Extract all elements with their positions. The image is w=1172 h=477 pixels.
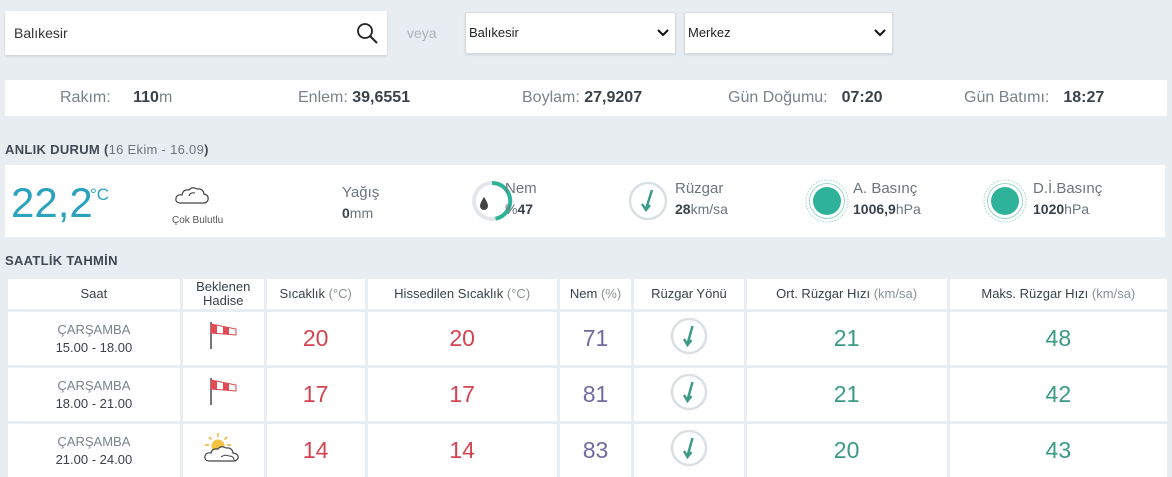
chevron-down-icon bbox=[874, 29, 886, 37]
windsock-icon bbox=[210, 378, 237, 405]
cell-temperature: 14 bbox=[266, 424, 365, 477]
cell-avg-wind: 21 bbox=[746, 368, 947, 421]
col-header-feels-like: Hissedilen Sıcaklık (°C) bbox=[367, 279, 557, 309]
cell-max-wind: 42 bbox=[949, 368, 1167, 421]
cell-temperature: 17 bbox=[266, 368, 365, 421]
longitude: Boylam: 27,9207 bbox=[522, 89, 643, 106]
cell-feels-like: 20 bbox=[367, 312, 557, 365]
cell-wind-direction bbox=[634, 312, 744, 365]
col-header-humidity: Nem (%) bbox=[559, 279, 632, 309]
table-row: ÇARŞAMBA 21.00 - 24.00 14 14 83 20 43 bbox=[8, 424, 1167, 477]
sunrise: Gün Doğumu: 07:20 bbox=[728, 89, 883, 106]
col-header-avg-wind: Ort. Rüzgar Hızı (km/sa) bbox=[746, 279, 947, 309]
table-row: ÇARŞAMBA 15.00 - 18.00 20 20 71 21 48 bbox=[8, 312, 1167, 365]
table-row: ÇARŞAMBA 18.00 - 21.00 17 17 81 21 42 bbox=[8, 368, 1167, 421]
pressure-value: 1006,9hPa bbox=[853, 201, 921, 217]
sea-level-pressure-icon bbox=[983, 179, 1027, 223]
cell-expected-event bbox=[182, 424, 264, 477]
col-header-temperature: Sıcaklık (°C) bbox=[266, 279, 365, 309]
pressure-label: A. Basınç bbox=[853, 180, 918, 197]
cell-wind-direction bbox=[634, 424, 744, 477]
col-header-wind-direction: Rüzgar Yönü bbox=[634, 279, 744, 309]
location-search-row: veya Balıkesir Merkez bbox=[5, 11, 1167, 55]
temperature-unit: °C bbox=[90, 185, 110, 204]
cloud-icon bbox=[175, 187, 209, 204]
district-select[interactable]: Merkez bbox=[684, 12, 893, 54]
wind-direction-icon bbox=[670, 429, 708, 467]
humidity-label: Nem bbox=[505, 180, 537, 197]
wind-label: Rüzgar bbox=[675, 180, 724, 197]
search-icon[interactable] bbox=[355, 21, 379, 45]
cell-time: ÇARŞAMBA 15.00 - 18.00 bbox=[8, 312, 180, 365]
partly-cloudy-icon bbox=[204, 433, 239, 462]
hourly-forecast-title: SAATLİK TAHMİN bbox=[5, 253, 118, 268]
condition-text: Çok Bulutlu bbox=[172, 215, 224, 226]
cell-expected-event bbox=[182, 312, 264, 365]
table-header-row: Saat Beklenen Hadise Sıcaklık (°C) Hissed… bbox=[8, 279, 1167, 309]
wind-value: 28km/sa bbox=[675, 201, 728, 217]
latitude: Enlem: 39,6551 bbox=[298, 89, 411, 106]
cell-humidity: 81 bbox=[559, 368, 632, 421]
district-select-value: Merkez bbox=[688, 25, 731, 40]
search-input[interactable] bbox=[5, 11, 345, 55]
location-info-bar: Rakım: 110m Enlem: 39,6551 Boylam: 27,92… bbox=[5, 80, 1167, 116]
cell-humidity: 71 bbox=[559, 312, 632, 365]
pressure-icon bbox=[805, 179, 849, 223]
chevron-down-icon bbox=[657, 29, 669, 37]
province-select-value: Balıkesir bbox=[469, 25, 519, 40]
precipitation-label: Yağış bbox=[342, 184, 380, 201]
cell-avg-wind: 21 bbox=[746, 312, 947, 365]
cell-feels-like: 14 bbox=[367, 424, 557, 477]
sunset: Gün Batımı: 18:27 bbox=[964, 89, 1105, 106]
humidity-value: %47 bbox=[505, 201, 534, 217]
wind-direction-icon bbox=[670, 373, 708, 411]
col-header-time: Saat bbox=[8, 279, 180, 309]
hourly-forecast-table: Saat Beklenen Hadise Sıcaklık (°C) Hissed… bbox=[5, 276, 1170, 477]
cell-max-wind: 43 bbox=[949, 424, 1167, 477]
sea-level-pressure-value: 1020hPa bbox=[1033, 201, 1090, 217]
or-label: veya bbox=[407, 25, 437, 41]
sea-level-pressure-label: D.İ.Basınç bbox=[1033, 180, 1103, 197]
cell-max-wind: 48 bbox=[949, 312, 1167, 365]
cell-wind-direction bbox=[634, 368, 744, 421]
province-select[interactable]: Balıkesir bbox=[465, 12, 676, 54]
current-conditions-panel: 22,2 °C Çok Bulutlu Yağış 0mm Nem %47 Rü… bbox=[5, 165, 1165, 237]
cell-feels-like: 17 bbox=[367, 368, 557, 421]
search-box bbox=[5, 11, 387, 55]
altitude: Rakım: 110m bbox=[60, 89, 173, 106]
cell-temperature: 20 bbox=[266, 312, 365, 365]
cell-humidity: 83 bbox=[559, 424, 632, 477]
cell-expected-event bbox=[182, 368, 264, 421]
cell-avg-wind: 20 bbox=[746, 424, 947, 477]
windsock-icon bbox=[210, 322, 237, 349]
col-header-max-wind: Maks. Rüzgar Hızı (km/sa) bbox=[949, 279, 1167, 309]
col-header-expected-event: Beklenen Hadise bbox=[182, 279, 264, 309]
wind-direction-icon bbox=[628, 181, 668, 221]
current-temperature: 22,2 bbox=[11, 179, 93, 226]
wind-direction-icon bbox=[670, 317, 708, 355]
cell-time: ÇARŞAMBA 18.00 - 21.00 bbox=[8, 368, 180, 421]
current-conditions-title: ANLIK DURUM (16 Ekim - 16.09) bbox=[5, 142, 209, 157]
precipitation-value: 0mm bbox=[342, 205, 374, 221]
cell-time: ÇARŞAMBA 21.00 - 24.00 bbox=[8, 424, 180, 477]
